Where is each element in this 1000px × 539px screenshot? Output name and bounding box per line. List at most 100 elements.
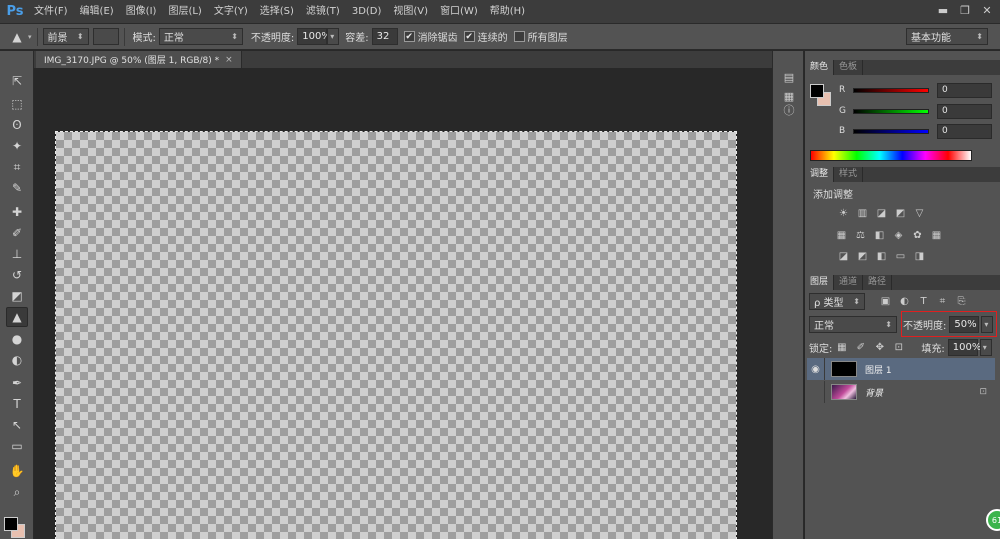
layer-name[interactable]: 图层 1 <box>865 363 995 376</box>
clone-stamp-icon[interactable]: ⊥ <box>6 244 28 264</box>
menu-view[interactable]: 视图(V) <box>387 0 434 23</box>
menu-help[interactable]: 帮助(H) <box>484 0 531 23</box>
red-value-input[interactable]: 0 <box>937 82 992 98</box>
dodge-icon[interactable]: ◐ <box>6 350 28 370</box>
eyedropper-icon[interactable]: ✎ <box>6 178 28 198</box>
green-value-input[interactable]: 0 <box>937 103 992 119</box>
invert-icon[interactable]: ◪ <box>837 250 850 263</box>
panel-foreground-swatch[interactable] <box>810 84 824 98</box>
eye-icon[interactable]: ◉ <box>807 358 825 380</box>
paint-bucket-preset-icon[interactable]: ▲ <box>8 27 26 47</box>
minimize-icon[interactable]: ▬ <box>936 3 950 17</box>
tab-color[interactable]: 颜色 <box>805 60 835 75</box>
menu-edit[interactable]: 编辑(E) <box>74 0 120 23</box>
menu-layer[interactable]: 图层(L) <box>162 0 207 23</box>
selective-color-icon[interactable]: ◨ <box>913 250 926 263</box>
type-filter-icon[interactable]: T <box>917 295 930 308</box>
path-selection-icon[interactable]: ↖ <box>6 415 28 435</box>
smart-object-filter-icon[interactable]: ⎘ <box>955 295 968 308</box>
blend-mode-dropdown[interactable]: 正常 ⬍ <box>809 315 897 333</box>
preset-dropdown-icon[interactable]: ▾ <box>28 33 32 41</box>
opacity-slider-button[interactable]: ▾ <box>327 28 340 45</box>
photo-filter-icon[interactable]: ◈ <box>892 229 905 242</box>
document-canvas[interactable] <box>55 131 737 539</box>
restore-icon[interactable]: ❐ <box>958 3 972 17</box>
menu-select[interactable]: 选择(S) <box>254 0 300 23</box>
layer-row[interactable]: 背景 ⊡ <box>807 381 995 403</box>
red-slider[interactable] <box>853 87 929 93</box>
contiguous-option[interactable]: ✔ 连续的 <box>458 29 508 44</box>
visibility-toggle-empty[interactable] <box>807 381 825 403</box>
paint-bucket-icon[interactable]: ▲ <box>6 307 28 327</box>
menu-filter[interactable]: 滤镜(T) <box>300 0 346 23</box>
color-lookup-icon[interactable]: ▦ <box>930 229 943 242</box>
layer-name[interactable]: 背景 <box>865 386 979 399</box>
tab-layers[interactable]: 图层 <box>805 275 835 290</box>
menu-3d[interactable]: 3D(D) <box>346 0 388 23</box>
layer-row[interactable]: ◉ 图层 1 <box>807 358 995 380</box>
foreground-color-swatch[interactable] <box>4 517 18 531</box>
lasso-icon[interactable]: ʘ <box>6 115 28 135</box>
type-icon[interactable]: T <box>6 394 28 414</box>
vibrance-icon[interactable]: ▽ <box>913 207 926 220</box>
tab-channels[interactable]: 通道 <box>834 275 864 290</box>
tab-paths[interactable]: 路径 <box>863 275 893 290</box>
menu-image[interactable]: 图像(I) <box>120 0 163 23</box>
color-balance-icon[interactable]: ⚖ <box>854 229 867 242</box>
opacity-input[interactable]: 100% <box>297 28 331 45</box>
layer-filter-dropdown[interactable]: ρ 类型 ⬍ <box>809 292 865 310</box>
color-spectrum-bar[interactable] <box>810 150 972 161</box>
menu-file[interactable]: 文件(F) <box>28 0 74 23</box>
healing-brush-icon[interactable]: ✚ <box>6 202 28 222</box>
magic-wand-icon[interactable]: ✦ <box>6 136 28 156</box>
black-white-icon[interactable]: ◧ <box>873 229 886 242</box>
exposure-icon[interactable]: ◩ <box>894 207 907 220</box>
close-icon[interactable]: ✕ <box>980 3 994 17</box>
green-slider[interactable] <box>853 108 929 114</box>
curves-icon[interactable]: ◪ <box>875 207 888 220</box>
lock-pixels-icon[interactable]: ✐ <box>854 341 867 354</box>
menu-window[interactable]: 窗口(W) <box>434 0 484 23</box>
lock-position-icon[interactable]: ✥ <box>873 341 886 354</box>
tab-swatches[interactable]: 色板 <box>834 60 864 75</box>
menu-type[interactable]: 文字(Y) <box>208 0 254 23</box>
channel-mixer-icon[interactable]: ✿ <box>911 229 924 242</box>
levels-icon[interactable]: ▥ <box>856 207 869 220</box>
zoom-icon[interactable]: ⌕ <box>6 482 28 502</box>
lock-all-icon[interactable]: ⊡ <box>892 341 905 354</box>
threshold-icon[interactable]: ◧ <box>875 250 888 263</box>
tab-styles[interactable]: 样式 <box>834 167 864 182</box>
antialias-checkbox[interactable]: ✔ <box>403 31 415 42</box>
marquee-icon[interactable]: ⬚ <box>6 94 28 114</box>
posterize-icon[interactable]: ◩ <box>856 250 869 263</box>
blur-icon[interactable]: ● <box>6 329 28 349</box>
lock-transparency-icon[interactable]: ▦ <box>835 341 848 354</box>
history-panel-icon[interactable]: ▤ <box>781 69 797 85</box>
eraser-icon[interactable]: ◩ <box>6 286 28 306</box>
blue-slider[interactable] <box>853 128 929 134</box>
rectangle-icon[interactable]: ▭ <box>6 436 28 456</box>
tolerance-input[interactable]: 32 <box>371 28 398 45</box>
pixel-filter-icon[interactable]: ▣ <box>879 295 892 308</box>
hand-icon[interactable]: ✋ <box>6 461 28 481</box>
antialias-option[interactable]: ✔ 消除锯齿 <box>398 29 458 44</box>
pen-icon[interactable]: ✒ <box>6 373 28 393</box>
pattern-picker[interactable] <box>92 28 119 45</box>
close-icon[interactable]: × <box>225 55 233 65</box>
adjustment-filter-icon[interactable]: ◐ <box>898 295 911 308</box>
contiguous-checkbox[interactable]: ✔ <box>463 31 475 42</box>
document-tab[interactable]: IMG_3170.JPG @ 50% (图层 1, RGB/8) * × <box>36 51 242 68</box>
brightness-icon[interactable]: ☀ <box>837 207 850 220</box>
all-layers-checkbox[interactable] <box>513 31 525 42</box>
crop-icon[interactable]: ⌗ <box>6 157 28 177</box>
brush-icon[interactable]: ✐ <box>6 223 28 243</box>
info-panel-icon[interactable]: ⓘ <box>781 102 797 118</box>
fill-source-dropdown[interactable]: 前景 ⬍ <box>42 28 89 45</box>
all-layers-option[interactable]: 所有图层 <box>508 29 568 44</box>
fill-input[interactable]: 100% <box>947 338 981 356</box>
gradient-map-icon[interactable]: ▭ <box>894 250 907 263</box>
tab-adjustments[interactable]: 调整 <box>805 167 835 182</box>
shape-filter-icon[interactable]: ⌗ <box>936 295 949 308</box>
fill-slider-button[interactable]: ▾ <box>979 338 992 356</box>
mode-dropdown[interactable]: 正常 ⬍ <box>158 28 243 45</box>
